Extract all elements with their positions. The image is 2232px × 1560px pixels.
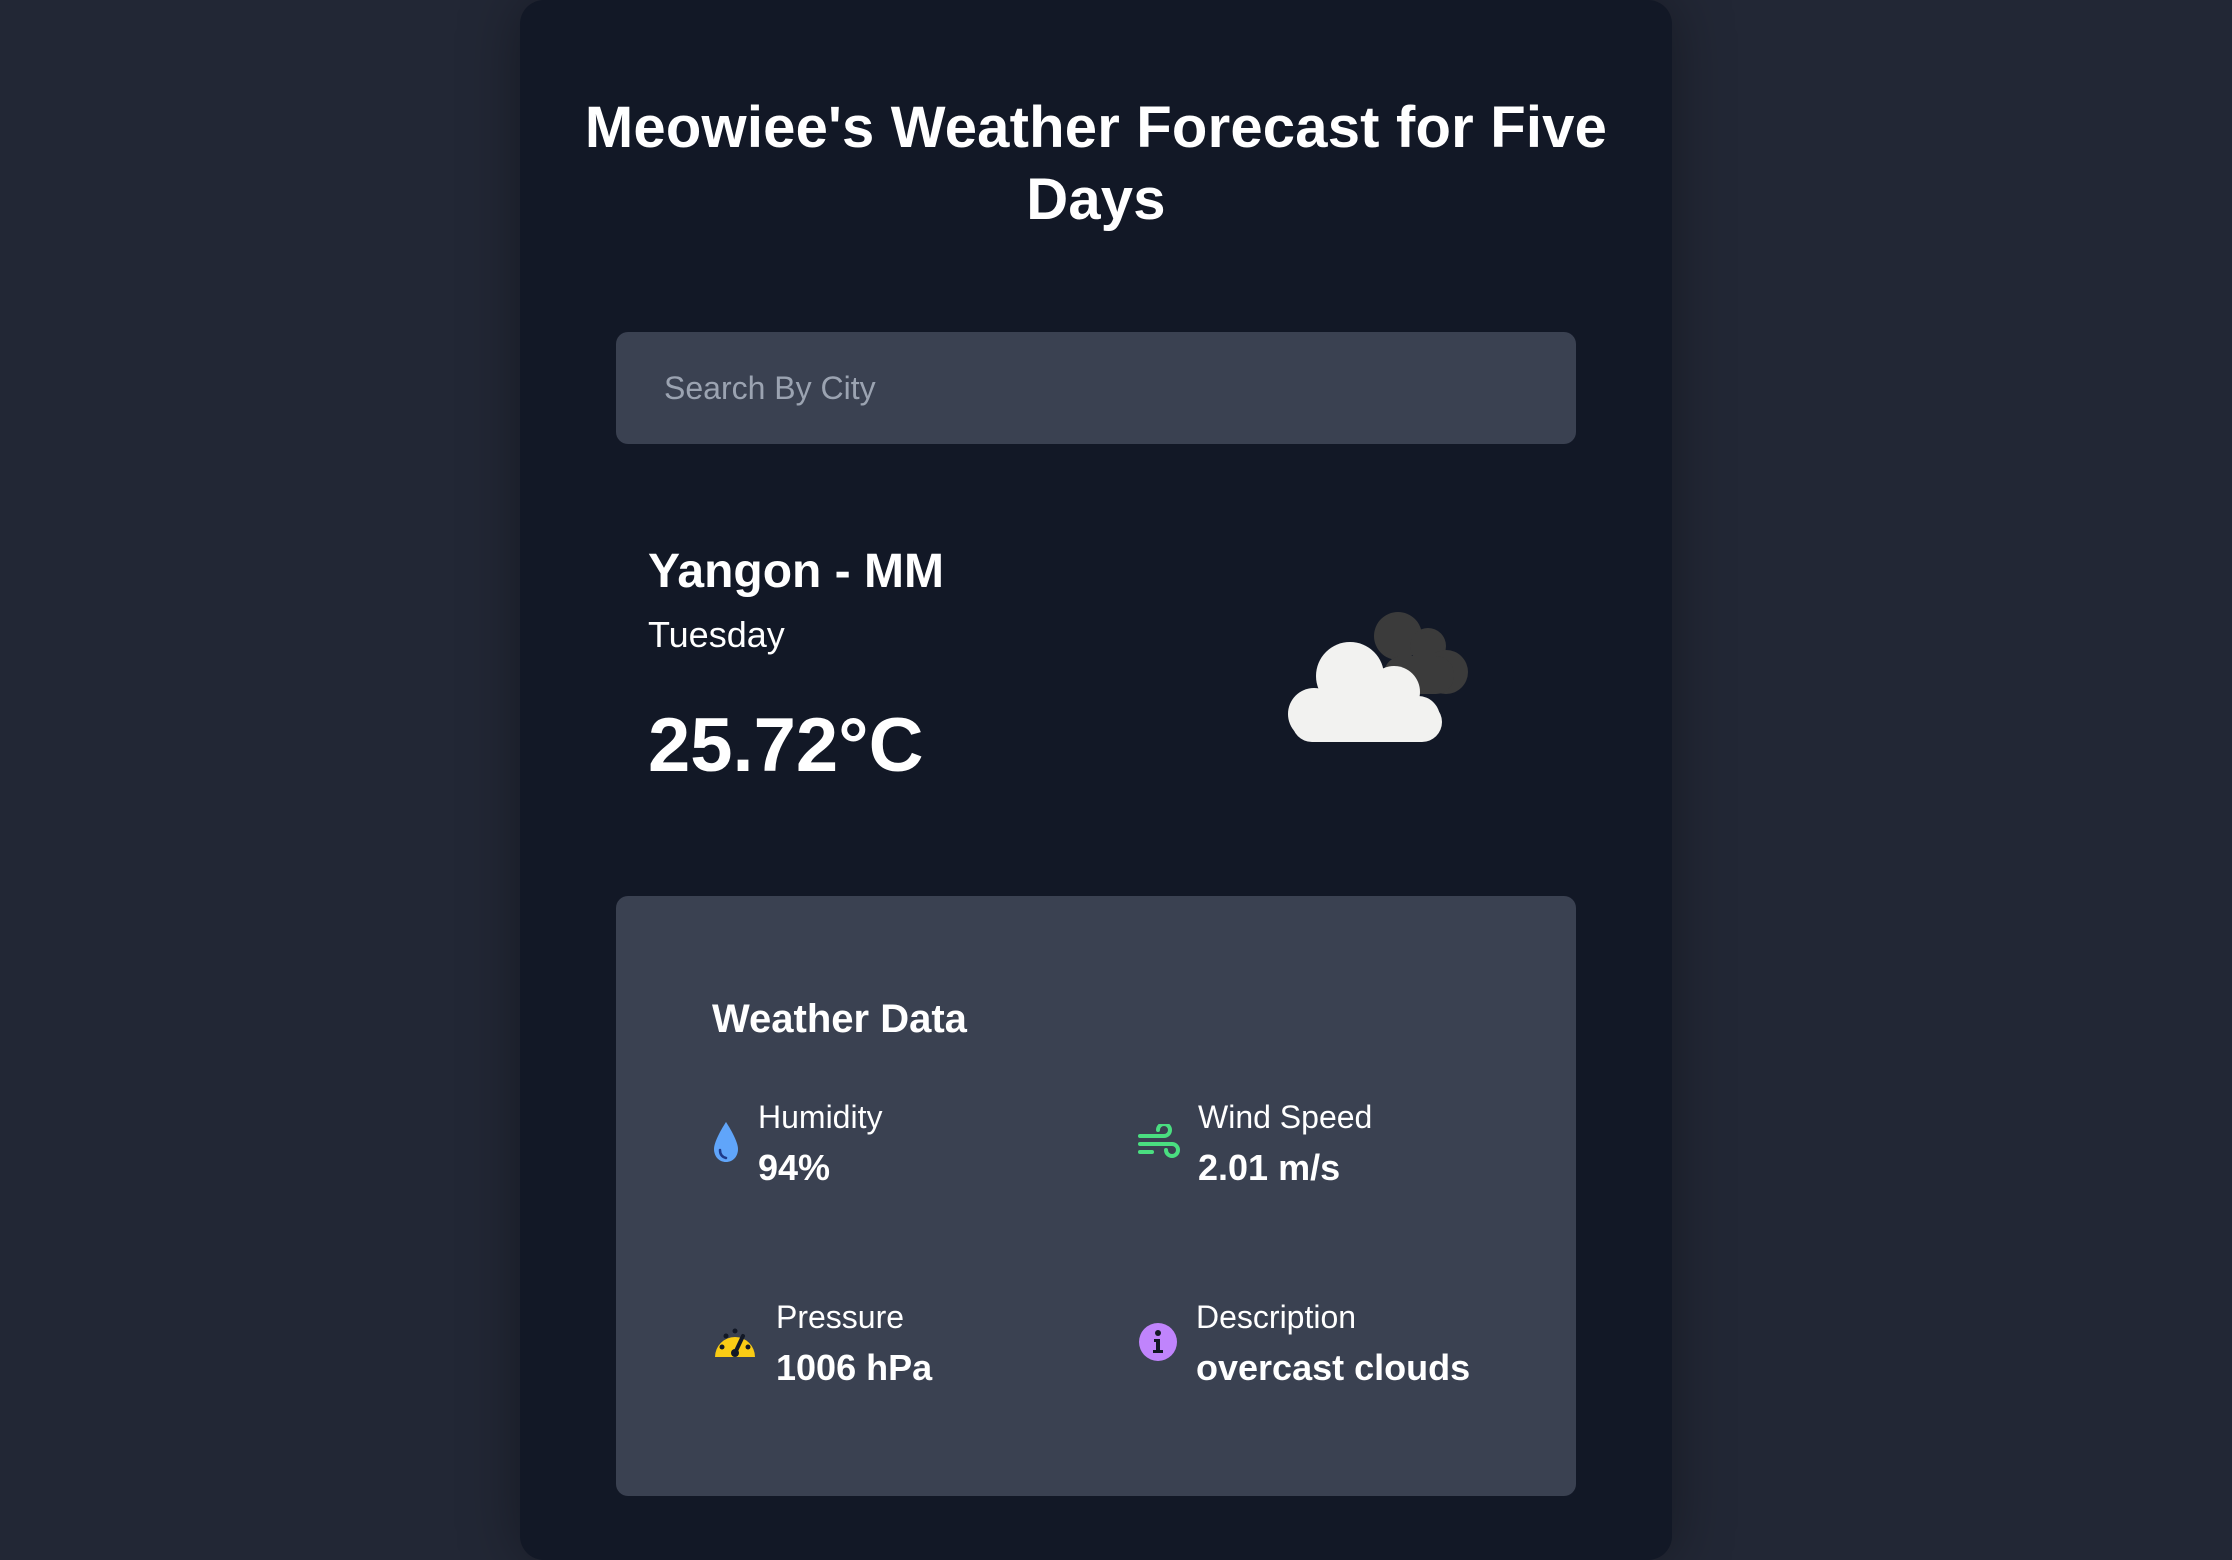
wind-icon <box>1138 1121 1180 1165</box>
location-name: Yangon - MM <box>648 545 944 598</box>
wind-speed-value: 2.01 m/s <box>1198 1147 1341 1188</box>
wind-speed-item: Wind Speed 2.01 m/s <box>1138 1096 1372 1192</box>
weather-data-title: Weather Data <box>712 997 967 1041</box>
water-drop-icon <box>712 1120 740 1169</box>
humidity-label: Humidity <box>758 1099 883 1135</box>
description-label: Description <box>1196 1299 1357 1335</box>
current-weather: Yangon - MM Tuesday 25.72°C <box>648 540 1248 792</box>
page-title: Meowiee's Weather Forecast for Five Days <box>584 95 1608 232</box>
humidity-value: 94% <box>758 1147 831 1188</box>
temperature: 25.72°C <box>648 703 924 788</box>
day-name: Tuesday <box>648 614 785 655</box>
gauge-icon <box>712 1323 758 1366</box>
weather-data-panel: Weather Data Humidity 94% Wind Speed 2.0… <box>616 896 1576 1496</box>
search-box[interactable] <box>616 332 1576 444</box>
city-search-input[interactable] <box>616 332 1576 444</box>
weather-card: Meowiee's Weather Forecast for Five Days… <box>520 0 1672 1560</box>
description-value: overcast clouds <box>1196 1347 1471 1388</box>
overcast-clouds-icon <box>1266 596 1486 756</box>
pressure-item: Pressure 1006 hPa <box>712 1296 932 1392</box>
description-item: Description overcast clouds <box>1138 1296 1470 1392</box>
pressure-value: 1006 hPa <box>776 1347 933 1388</box>
info-icon <box>1138 1322 1178 1367</box>
pressure-label: Pressure <box>776 1299 905 1335</box>
humidity-item: Humidity 94% <box>712 1096 882 1192</box>
wind-speed-label: Wind Speed <box>1198 1099 1373 1135</box>
